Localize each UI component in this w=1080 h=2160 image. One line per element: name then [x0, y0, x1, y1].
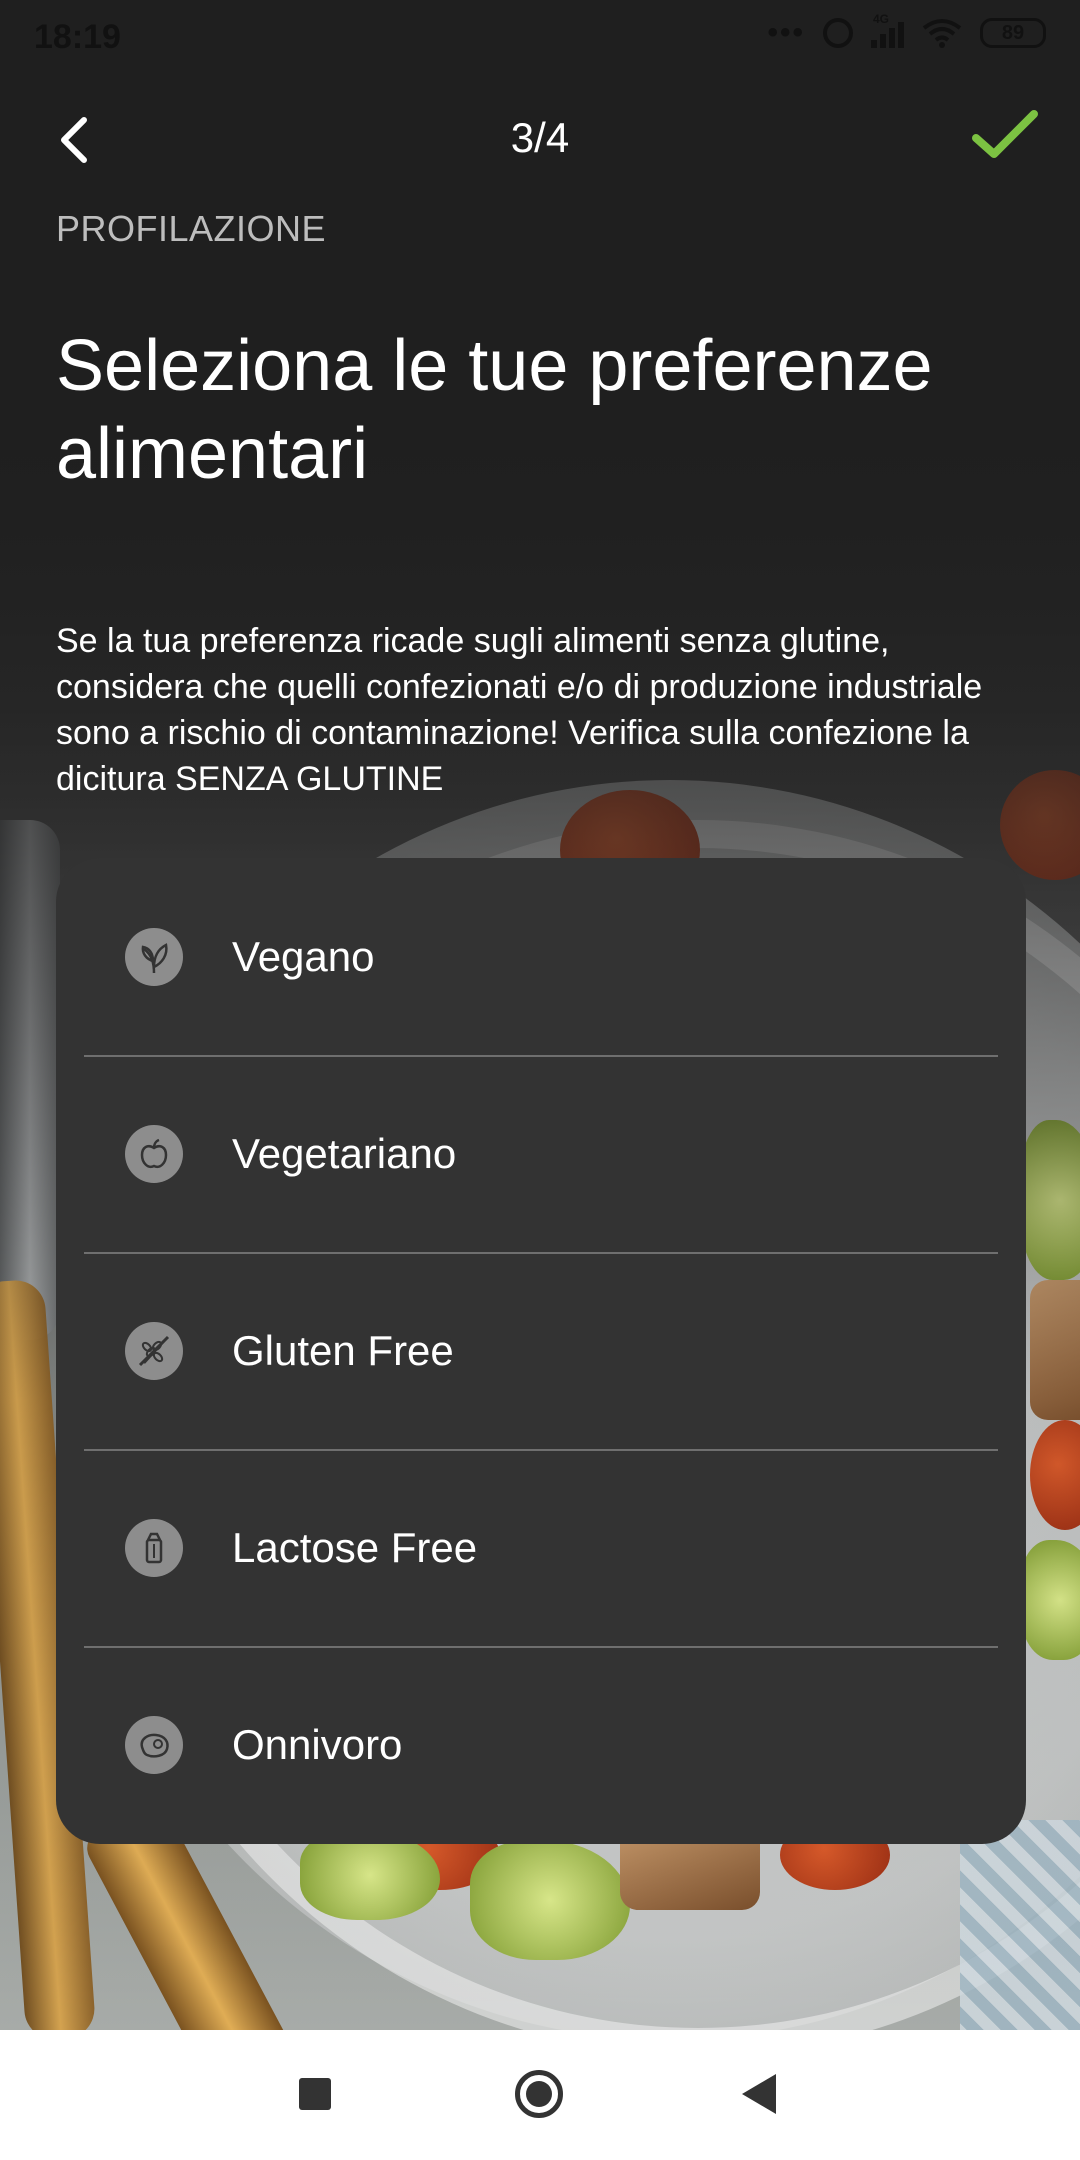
preferences-list: Vegano Vegetariano Gluten Free Lactose F…: [56, 858, 1026, 1844]
wifi-icon: [922, 19, 962, 48]
section-label: PROFILAZIONE: [56, 208, 327, 249]
option-label: Vegano: [232, 932, 375, 980]
circle-icon[interactable]: [515, 2070, 563, 2118]
alarm-icon: [823, 18, 853, 48]
option-lactose-free[interactable]: Lactose Free: [56, 1449, 1026, 1646]
status-time: 18:19: [34, 18, 121, 56]
battery-level: 89: [1001, 21, 1025, 44]
battery-icon: 89: [980, 18, 1046, 48]
option-onnivoro[interactable]: Onnivoro: [56, 1646, 1026, 1843]
triangle-back-icon[interactable]: [742, 2074, 776, 2114]
square-icon[interactable]: [299, 2078, 331, 2110]
leaf-icon: [125, 928, 183, 986]
milk-carton-icon: [125, 1519, 183, 1577]
description-text: Se la tua preferenza ricade sugli alimen…: [56, 622, 983, 798]
option-label: Lactose Free: [232, 1523, 478, 1571]
page-title: Seleziona le tue preferenze alimentari: [56, 326, 933, 494]
top-bar: 3/4: [0, 100, 1080, 180]
option-vegano[interactable]: Vegano: [56, 858, 1026, 1055]
wheat-crossed-icon: [125, 1322, 183, 1380]
option-vegetariano[interactable]: Vegetariano: [56, 1055, 1026, 1252]
system-nav-bar: [0, 2030, 1080, 2160]
network-type: 4G: [873, 12, 890, 26]
option-label: Gluten Free: [232, 1326, 454, 1374]
status-icons: ••• 4G 89: [767, 12, 1046, 50]
apple-icon: [125, 1125, 183, 1183]
option-label: Vegetariano: [232, 1129, 457, 1177]
check-icon[interactable]: [970, 106, 1040, 166]
option-gluten-free[interactable]: Gluten Free: [56, 1252, 1026, 1449]
steak-icon: [125, 1716, 183, 1774]
notification-dots-icon: •••: [767, 16, 805, 49]
status-bar: 18:19 ••• 4G 89: [0, 0, 1080, 76]
option-label: Onnivoro: [232, 1720, 403, 1768]
cellular-signal-icon: 4G: [871, 12, 904, 48]
step-indicator: 3/4: [510, 114, 570, 161]
